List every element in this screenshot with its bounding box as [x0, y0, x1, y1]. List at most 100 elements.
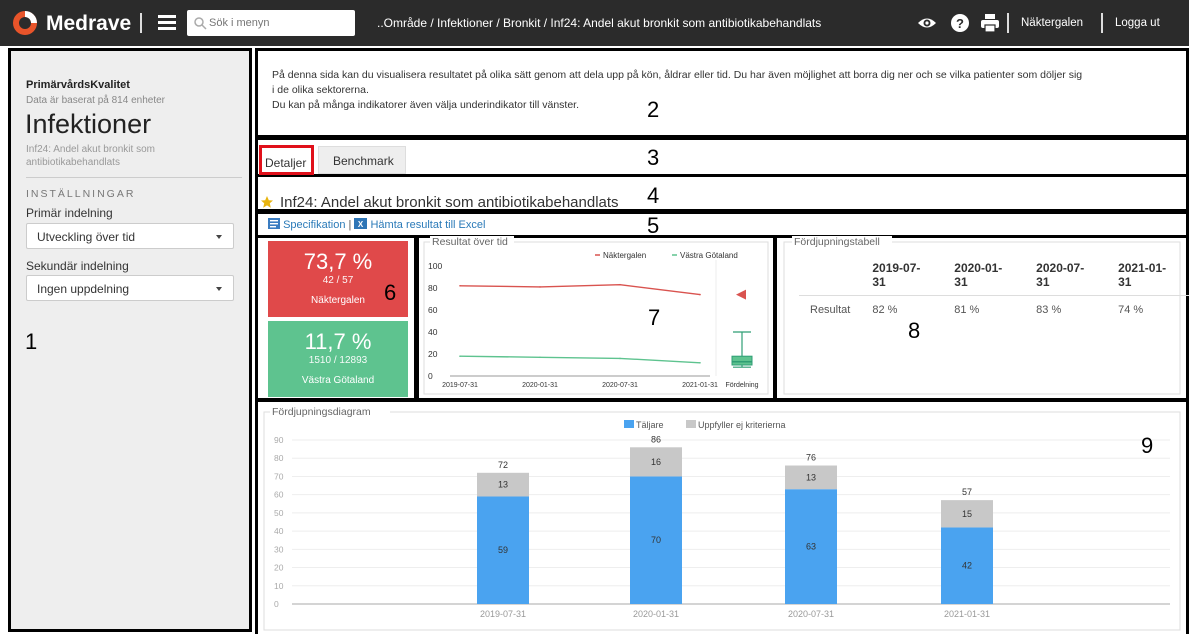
bar-chart[interactable]: Fördjupningsdiagram 90 80 70 60 50 40 30 20 10 0 5… [260, 402, 1184, 632]
eye-icon[interactable] [917, 13, 937, 33]
total-label: 57 [962, 487, 972, 497]
y-tick-label: 70 [274, 471, 284, 481]
divider [26, 177, 242, 178]
total-label: 86 [651, 434, 661, 444]
kpi-unit-name: Västra Götaland [301, 375, 375, 386]
link-separator: | [348, 219, 352, 231]
search-icon [194, 17, 207, 30]
table-header-cell[interactable]: 2021-01-31 [1107, 255, 1189, 296]
excel-link[interactable]: Hämta resultat till Excel [370, 219, 485, 231]
kpi-percent: 73,7 % [303, 249, 373, 274]
secondary-select[interactable]: Ingen uppdelning [26, 275, 234, 301]
table-header-cell[interactable]: 2020-07-31 [1025, 255, 1108, 296]
data-label: 70 [651, 535, 661, 545]
y-tick-label: 40 [274, 526, 284, 536]
y-tick-label: 0 [274, 599, 279, 609]
data-point [539, 286, 541, 288]
logout-link[interactable]: Logga ut [1115, 17, 1160, 29]
table-row: Resultat 82 % 81 % 83 % 74 % [799, 296, 1189, 325]
region-number: 4 [647, 183, 660, 208]
star-icon[interactable] [260, 195, 274, 209]
y-tick-label: 50 [274, 508, 284, 518]
y-tick-label: 0 [428, 371, 433, 381]
primary-select-value: Utveckling över tid [37, 230, 136, 244]
y-tick-label: 20 [274, 563, 284, 573]
data-label: 42 [962, 561, 972, 571]
kpi-percent: 11,7 % [304, 329, 372, 354]
table-cell[interactable]: 83 % [1025, 296, 1107, 325]
breadcrumb[interactable]: ..Område / Infektioner / Bronkit / Inf24… [377, 16, 821, 30]
intro-text: På denna sida kan du visualisera resulta… [272, 68, 1177, 113]
y-tick-label: 100 [428, 261, 442, 271]
tab-details[interactable]: Detaljer [259, 145, 314, 175]
sidebar: PrimärvårdsKvalitet Data är baserat på 8… [8, 48, 252, 632]
region-number: 7 [648, 305, 661, 330]
x-tick-label: 2020-01-31 [522, 382, 558, 389]
table-cell[interactable]: 81 % [943, 296, 1025, 325]
sidebar-description: Inf24: Andel akut bronkit som antibiotik… [26, 144, 155, 168]
region-number: 2 [647, 97, 660, 122]
y-tick-label: 80 [428, 283, 438, 293]
data-label: 59 [498, 545, 508, 555]
legend-label: Täljare [636, 420, 664, 430]
region-number: 6 [384, 280, 397, 305]
trend-chart[interactable]: Resultat över tid 100 80 60 40 20 0 2019-07-31… [420, 236, 772, 398]
legend-label: Näktergalen [603, 251, 646, 260]
total-label: 76 [806, 453, 816, 463]
svg-text:X: X [358, 220, 364, 229]
data-label: 13 [498, 480, 508, 490]
data-point [619, 283, 621, 286]
y-tick-label: 20 [428, 349, 438, 359]
region-number: 3 [647, 145, 660, 170]
page-heading: Infektioner [25, 109, 152, 139]
secondary-select-value: Ingen uppdelning [37, 282, 130, 296]
settings-heading: INSTÄLLNINGAR [26, 188, 136, 200]
brand-name[interactable]: Medrave [46, 12, 131, 36]
indicator-title: Inf24: Andel akut bronkit som antibiotik… [280, 194, 619, 211]
divider [1101, 13, 1103, 33]
x-tick-label: 2020-07-31 [788, 609, 834, 619]
region-number: 8 [908, 318, 921, 343]
svg-text:?: ? [956, 16, 964, 31]
table-cell[interactable]: 74 % [1107, 296, 1189, 325]
table-header-cell[interactable]: 2019-07-31 [861, 255, 944, 296]
help-icon[interactable]: ? [950, 13, 970, 33]
trend-plot: 100 80 60 40 20 0 2019-07-31 2020-01-31 2020-07-… [428, 251, 759, 389]
x-tick-label: 2021-01-31 [682, 382, 718, 389]
top-bar: Medrave ..Område / Infektioner / Bronkit… [0, 0, 1189, 46]
sidebar-title: PrimärvårdsKvalitet [26, 79, 130, 91]
trend-title: Resultat över tid [432, 236, 508, 248]
panel-border [263, 411, 1181, 631]
deep-table: 2019-07-31 2020-01-31 2020-07-31 2021-01… [799, 255, 1189, 324]
distribution-box [731, 355, 753, 366]
logo-icon[interactable] [12, 10, 38, 36]
y-tick-label: 60 [274, 490, 284, 500]
menu-icon[interactable] [158, 13, 176, 33]
intro-line: i de olika sektorerna. [272, 84, 369, 96]
data-point [699, 362, 701, 364]
divider [140, 13, 142, 33]
unit-marker [736, 289, 746, 300]
search-box[interactable] [187, 10, 355, 36]
kpi-card-region[interactable]: 11,7 % 1510 / 12893 Västra Götaland [268, 321, 408, 397]
x-tick-label: 2020-01-31 [633, 609, 679, 619]
y-tick-label: 10 [274, 581, 284, 591]
data-label: 63 [806, 542, 816, 552]
user-link[interactable]: Näktergalen [1021, 17, 1083, 29]
table-header-cell[interactable]: 2020-01-31 [943, 255, 1026, 296]
legend-swatch [686, 420, 696, 428]
series-line [459, 355, 701, 364]
x-tick-label: 2021-01-31 [944, 609, 990, 619]
data-point [459, 285, 461, 287]
table-cell[interactable]: 82 % [861, 296, 943, 325]
search-input[interactable] [209, 13, 349, 33]
caret-down-icon [216, 235, 222, 239]
primary-select[interactable]: Utveckling över tid [26, 223, 234, 249]
print-icon[interactable] [980, 13, 1000, 33]
region-number: 9 [1141, 433, 1154, 458]
primary-label: Primär indelning [26, 206, 113, 220]
excel-icon: X [354, 218, 368, 229]
intro-line: På denna sida kan du visualisera resulta… [272, 69, 1083, 81]
specification-link[interactable]: Specifikation [283, 219, 345, 231]
tab-benchmark[interactable]: Benchmark [318, 146, 406, 174]
